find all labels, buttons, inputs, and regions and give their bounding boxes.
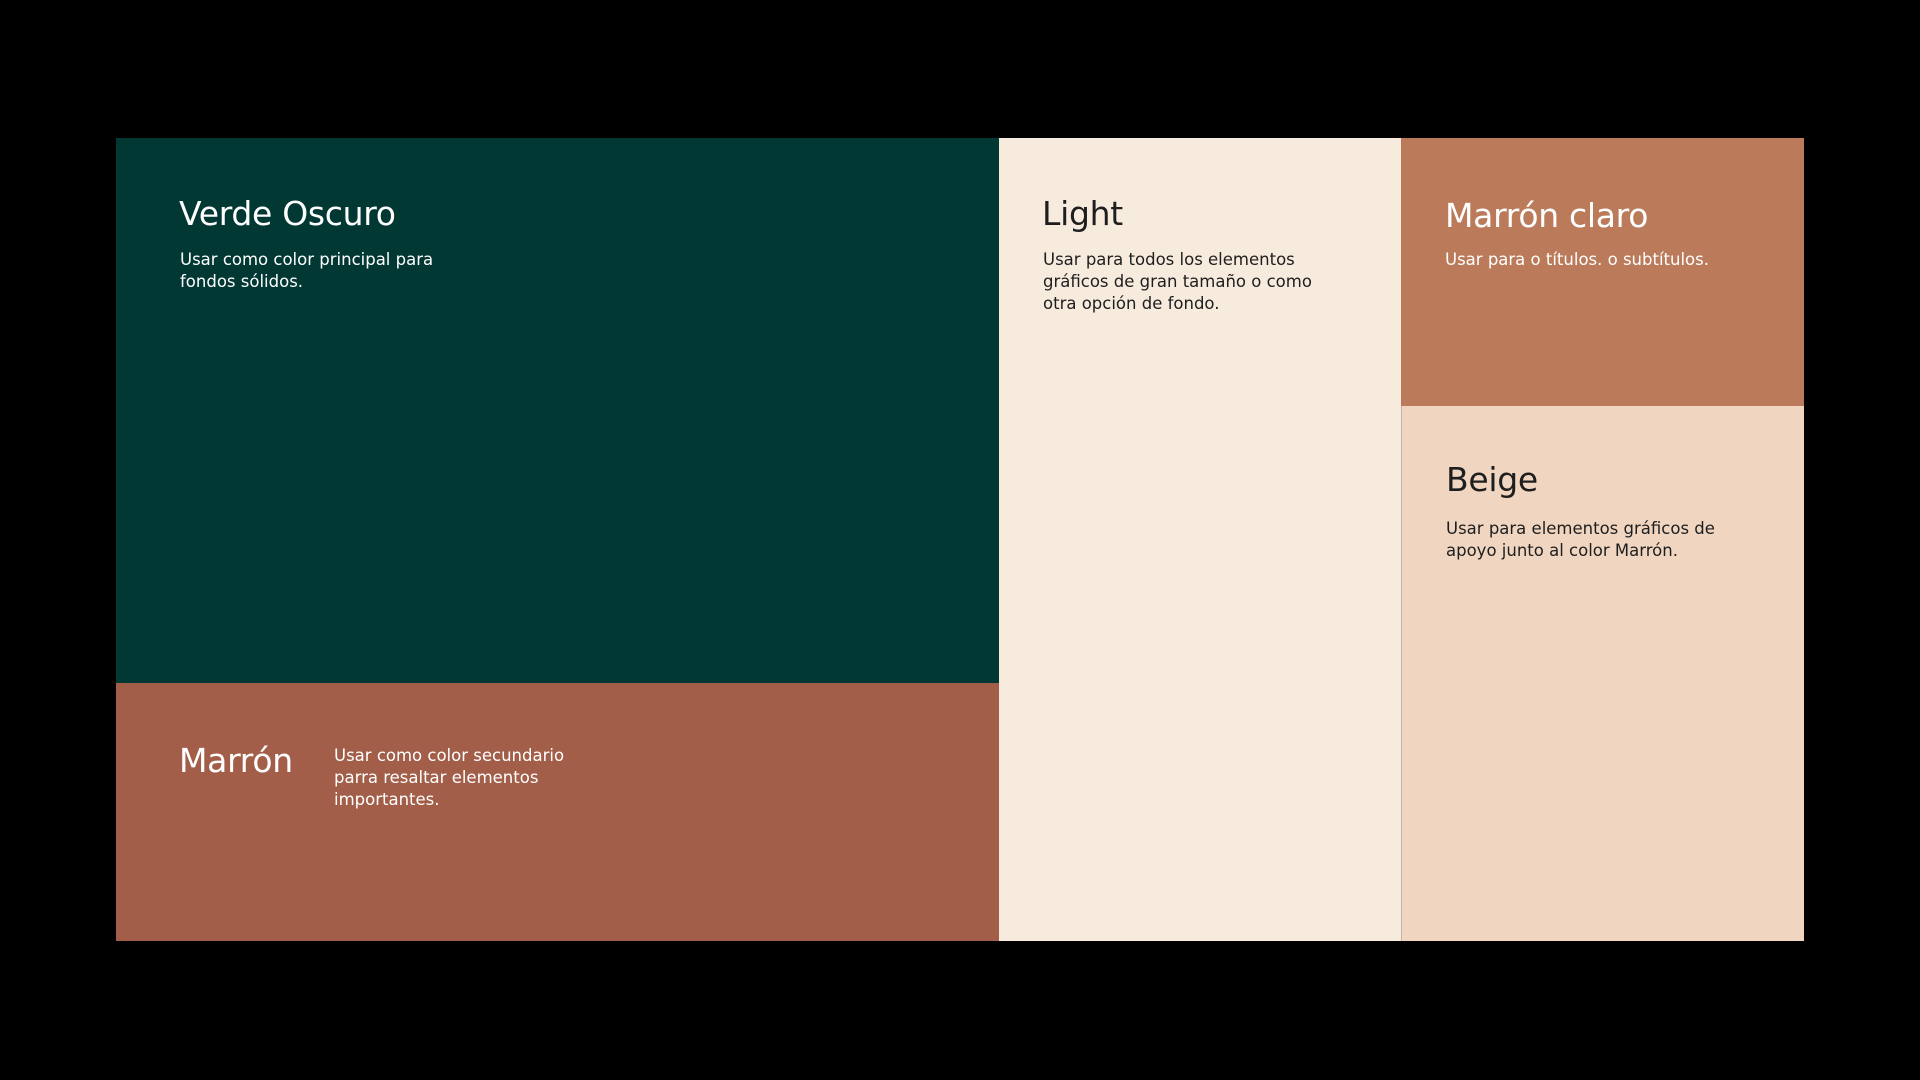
swatch-verde-oscuro: Verde Oscuro Usar como color principal p… bbox=[116, 138, 999, 683]
swatch-marron-claro: Marrón claro Usar para o títulos. o subt… bbox=[1401, 138, 1804, 406]
swatch-beige: Beige Usar para elementos gráficos de ap… bbox=[1401, 406, 1804, 941]
swatch-light: Light Usar para todos los elementos gráf… bbox=[999, 138, 1401, 941]
swatch-name: Light bbox=[1042, 194, 1123, 233]
swatch-name: Marrón bbox=[179, 741, 293, 780]
swatch-marron: Marrón Usar como color secundario parra … bbox=[116, 683, 999, 941]
swatch-description: Usar para o títulos. o subtítulos. bbox=[1445, 250, 1709, 269]
swatch-name: Beige bbox=[1446, 460, 1538, 499]
swatch-description: Usar para elementos gráficos de apoyo ju… bbox=[1446, 519, 1715, 560]
swatch-name: Verde Oscuro bbox=[179, 194, 396, 233]
swatch-name: Marrón claro bbox=[1445, 196, 1649, 235]
color-palette: Verde Oscuro Usar como color principal p… bbox=[116, 138, 1804, 941]
swatch-description: Usar como color secundario parra resalta… bbox=[334, 746, 565, 809]
swatch-description: Usar para todos los elementos gráficos d… bbox=[1043, 250, 1312, 313]
swatch-description: Usar como color principal para fondos só… bbox=[180, 250, 434, 291]
